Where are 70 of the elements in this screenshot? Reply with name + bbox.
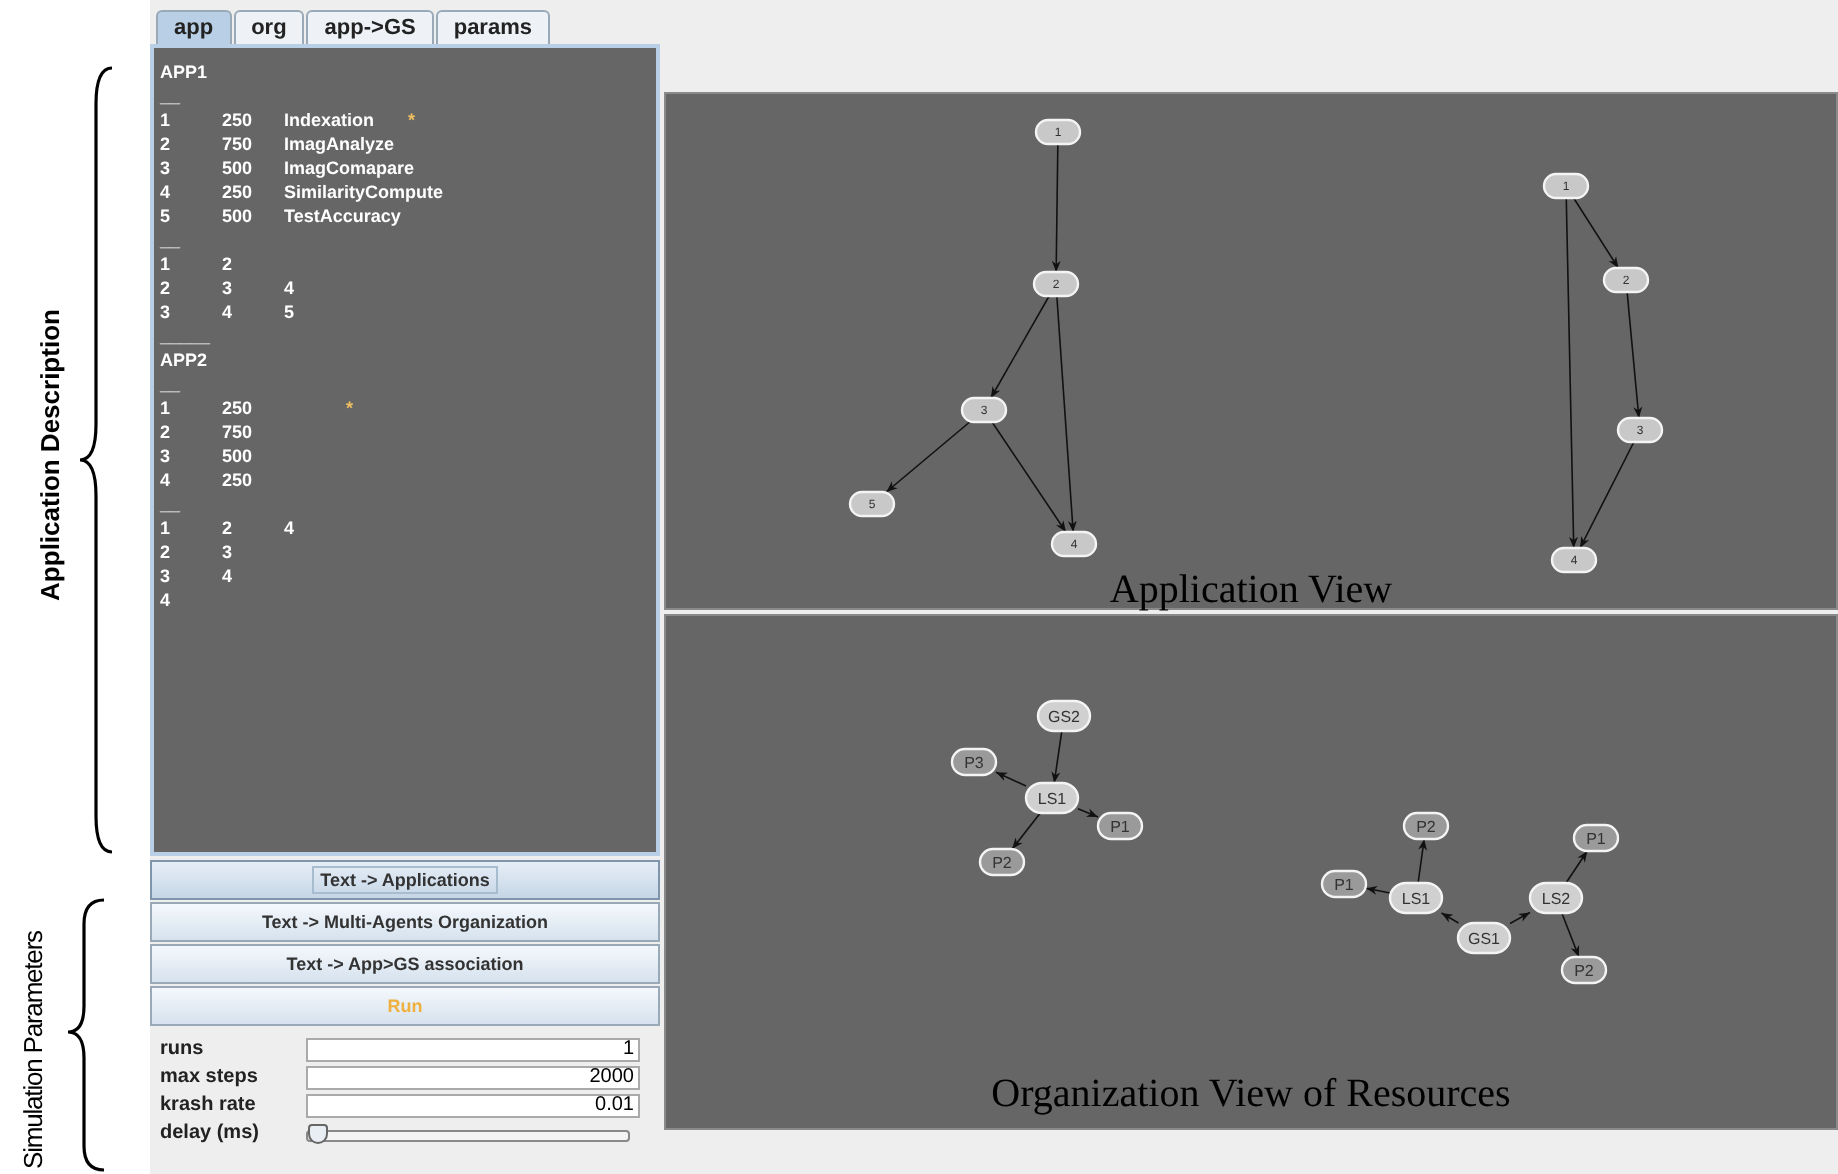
graph-node[interactable]: P2 bbox=[1560, 955, 1608, 985]
text-line: 3 500 bbox=[160, 444, 255, 468]
tab[interactable]: params bbox=[435, 10, 550, 44]
graph-node[interactable]: LS1 bbox=[1388, 881, 1444, 915]
param-label: runs bbox=[160, 1038, 206, 1060]
edge-arrow bbox=[1077, 807, 1099, 818]
tab[interactable]: app->GS bbox=[306, 10, 434, 44]
text-line: __ bbox=[160, 372, 183, 396]
convert-button[interactable]: Text -> Applications bbox=[150, 860, 660, 900]
edge-arrow bbox=[1011, 812, 1042, 850]
text-line: 3 500 ImagComapare bbox=[160, 156, 417, 180]
text-line: __ bbox=[160, 84, 183, 108]
text-line: 4 bbox=[160, 588, 173, 612]
graph-node[interactable]: P1 bbox=[1320, 869, 1368, 899]
param-label: max steps bbox=[160, 1066, 260, 1088]
edge-arrow bbox=[1417, 838, 1428, 884]
graph-node[interactable]: LS2 bbox=[1528, 881, 1584, 915]
text-area[interactable]: APP1 __ 1 250 Indexation * 2 750 ImagAnalyze 3 500 ImagComapare 4 250 SimilarityCompute 5 500 TestAccuracy __ 1 2 2 3 4 3 4 5 _____ APP2 __ 1 250 * 2 750 3 500 4 250 __ 1 2 4 2 3 3 4 4 bbox=[150, 44, 660, 856]
text-line: APP2 bbox=[160, 348, 210, 372]
text-line: 3 4 5 bbox=[160, 300, 297, 324]
tab[interactable]: org bbox=[233, 10, 305, 44]
param-field[interactable]: 0.01 bbox=[306, 1093, 640, 1117]
edge-arrow bbox=[1365, 886, 1391, 895]
text-line: __ bbox=[160, 492, 183, 516]
param-field[interactable]: 2000 bbox=[306, 1065, 640, 1089]
annotation-label: Simulation Parameters bbox=[18, 929, 50, 1173]
text-line: 5 500 TestAccuracy bbox=[160, 204, 403, 228]
convert-button[interactable]: Text -> App>GS association bbox=[150, 944, 660, 984]
convert-button[interactable]: Text -> Multi-Agents Organization bbox=[150, 902, 660, 942]
edge-arrow bbox=[990, 295, 1050, 399]
graph-node[interactable]: GS1 bbox=[1456, 921, 1512, 955]
slider-thumb[interactable] bbox=[308, 1123, 328, 1143]
edge-arrow bbox=[885, 421, 971, 493]
edge-arrow bbox=[1626, 291, 1643, 419]
edge-arrow bbox=[1440, 912, 1460, 924]
text-line: 2 3 bbox=[160, 540, 235, 564]
text-line: 2 750 ImagAnalyze bbox=[160, 132, 397, 156]
text-line: 2 3 4 bbox=[160, 276, 297, 300]
graph-node[interactable]: GS2 bbox=[1036, 699, 1092, 733]
text-line: 1 2 4 bbox=[160, 516, 297, 540]
text-line: 2 750 bbox=[160, 420, 255, 444]
text-line: _____ bbox=[160, 324, 213, 348]
graph-node[interactable]: P2 bbox=[978, 847, 1026, 877]
param-label: krash rate bbox=[160, 1094, 258, 1116]
graph-node[interactable]: P2 bbox=[1402, 811, 1450, 841]
tab[interactable]: app bbox=[156, 10, 232, 44]
text-line: 1 250 * bbox=[160, 396, 356, 420]
param-label: delay (ms) bbox=[160, 1122, 261, 1144]
text-line: __ bbox=[160, 228, 183, 252]
edge-arrow bbox=[1561, 912, 1580, 958]
graph-node[interactable]: P1 bbox=[1096, 811, 1144, 841]
param-field[interactable]: 1 bbox=[306, 1037, 640, 1061]
text-line: 4 250 SimilarityCompute bbox=[160, 180, 446, 204]
edge-arrow bbox=[1051, 143, 1061, 273]
slider-track[interactable] bbox=[306, 1129, 630, 1141]
text-line: 1 250 Indexation * bbox=[160, 108, 418, 132]
view-caption: Application View bbox=[1109, 568, 1393, 614]
edge-arrow bbox=[1565, 850, 1589, 884]
text-line: APP1 bbox=[160, 60, 210, 84]
edge-arrow bbox=[1509, 911, 1531, 925]
edge-arrow bbox=[1051, 730, 1063, 784]
annotation-label: Application Description bbox=[35, 307, 65, 605]
graph-node[interactable]: P1 bbox=[1572, 823, 1620, 853]
text-line: 1 2 bbox=[160, 252, 235, 276]
view-caption: Organization View of Resources bbox=[991, 1072, 1511, 1118]
text-line: 3 4 bbox=[160, 564, 235, 588]
graph-node[interactable]: LS1 bbox=[1024, 781, 1080, 815]
text-line: 4 250 bbox=[160, 468, 255, 492]
graph-node[interactable]: P3 bbox=[950, 747, 998, 777]
edge-arrow bbox=[995, 771, 1027, 787]
